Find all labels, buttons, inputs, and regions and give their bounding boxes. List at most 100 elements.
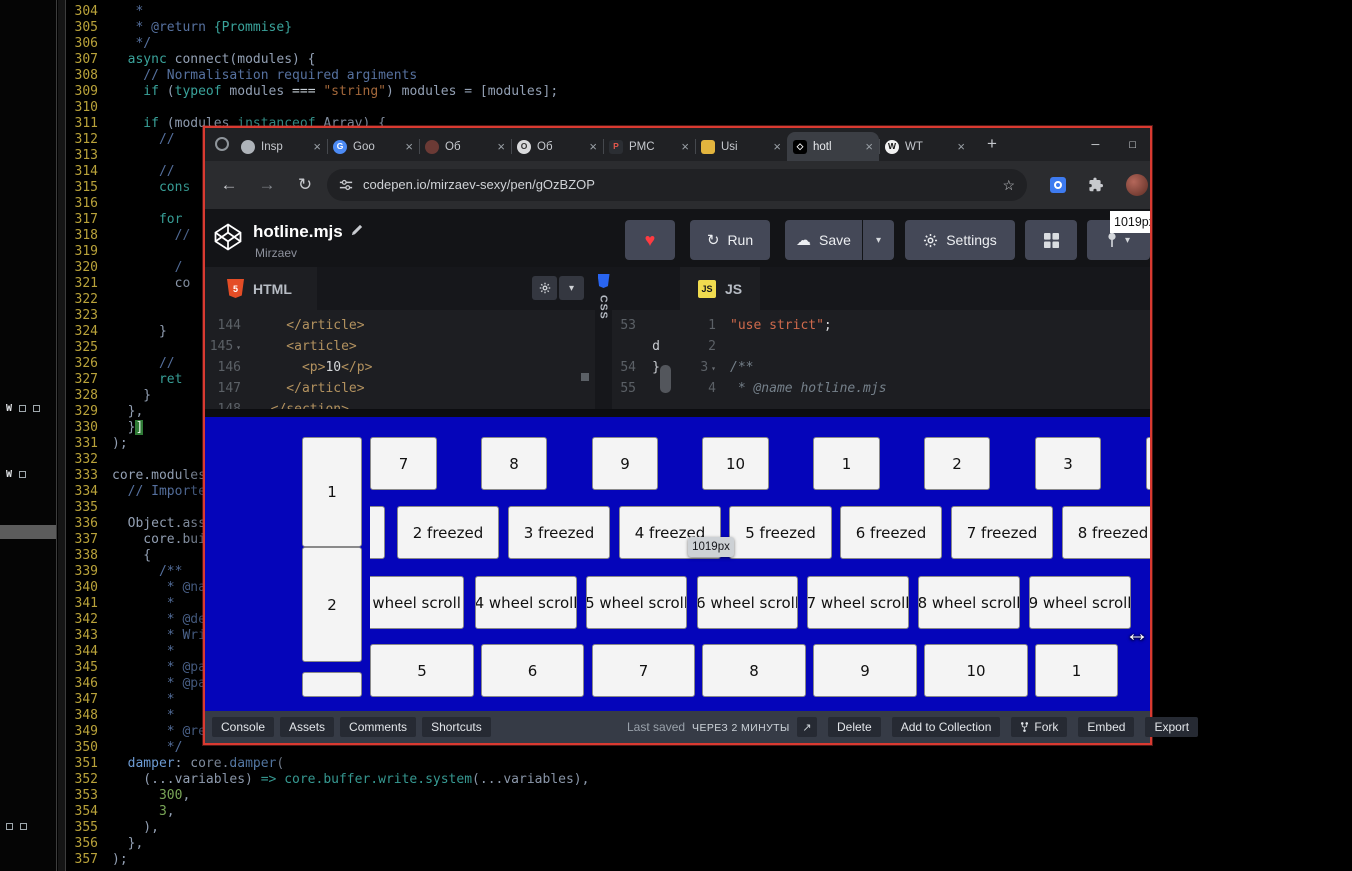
preview-button[interactable]: 9 bbox=[813, 644, 917, 697]
save-button[interactable]: ☁ Save bbox=[785, 220, 862, 260]
preview-button[interactable]: 7 bbox=[592, 644, 695, 697]
edit-pencil-icon[interactable] bbox=[351, 223, 363, 241]
tab-close-icon[interactable]: × bbox=[405, 139, 413, 154]
codepen-cube-icon[interactable] bbox=[213, 222, 243, 257]
new-tab-button[interactable]: + bbox=[981, 133, 1003, 155]
browser-tab[interactable]: Об× bbox=[419, 132, 511, 161]
extension-icon-blue[interactable] bbox=[1050, 177, 1066, 193]
preview-button[interactable]: 3 bbox=[1035, 437, 1101, 490]
browser-tab[interactable]: Insp× bbox=[235, 132, 327, 161]
fold-caret-icon[interactable]: ▾ bbox=[711, 364, 716, 373]
footer-button-delete[interactable]: Delete bbox=[828, 717, 881, 737]
footer-button-console[interactable]: Console bbox=[212, 717, 274, 737]
layout-grid-button[interactable] bbox=[1025, 220, 1077, 260]
url-text[interactable]: codepen.io/mirzaev-sexy/pen/gOzBZOP bbox=[363, 169, 595, 201]
preview-button[interactable]: 6 freezed bbox=[840, 506, 942, 559]
css-panel-collapsed[interactable]: CSS bbox=[595, 267, 612, 409]
address-bar[interactable]: codepen.io/mirzaev-sexy/pen/gOzBZOP ☆ bbox=[327, 169, 1027, 201]
profile-avatar[interactable] bbox=[1126, 174, 1148, 196]
tab-close-icon[interactable]: × bbox=[589, 139, 597, 154]
back-button[interactable]: ← bbox=[217, 173, 241, 197]
html-settings-button[interactable] bbox=[532, 276, 557, 300]
html-scrollbar-thumb[interactable] bbox=[581, 373, 589, 381]
preview-button[interactable]: 9 bbox=[592, 437, 658, 490]
maximize-button[interactable]: □ bbox=[1129, 139, 1136, 151]
browser-tab[interactable]: ООб× bbox=[511, 132, 603, 161]
footer-button-comments[interactable]: Comments bbox=[340, 717, 416, 737]
preview-button[interactable]: 1 bbox=[302, 437, 362, 547]
browser-tab[interactable]: PPMC× bbox=[603, 132, 695, 161]
pen-title[interactable]: hotline.mjs bbox=[253, 222, 343, 242]
pen-author[interactable]: Mirzaev bbox=[255, 246, 297, 260]
extensions-puzzle-icon[interactable] bbox=[1087, 176, 1103, 197]
preview-button[interactable]: 9 wheel scroll bbox=[1029, 576, 1131, 629]
tab-close-icon[interactable]: × bbox=[773, 139, 781, 154]
preview-button[interactable]: 6 bbox=[481, 644, 584, 697]
preview-button[interactable]: 3 freezed bbox=[508, 506, 610, 559]
site-settings-icon[interactable] bbox=[339, 178, 353, 197]
preview-button[interactable]: 1 bbox=[1035, 644, 1118, 697]
footer-button-shortcuts[interactable]: Shortcuts bbox=[422, 717, 491, 737]
love-button[interactable]: ♥ bbox=[625, 220, 675, 260]
preview-button[interactable]: 1 bbox=[813, 437, 880, 490]
tab-close-icon[interactable]: × bbox=[681, 139, 689, 154]
preview-button[interactable]: 10 bbox=[702, 437, 769, 490]
preview-button[interactable] bbox=[302, 672, 362, 697]
pinned-tab-icon[interactable] bbox=[215, 137, 229, 151]
code-line: 3▾/** bbox=[680, 357, 1150, 378]
editor-line-number: 352 bbox=[68, 772, 98, 788]
preview-button[interactable]: 10 bbox=[924, 644, 1028, 697]
footer-button-embed[interactable]: Embed bbox=[1078, 717, 1134, 737]
browser-tab[interactable]: Usi× bbox=[695, 132, 787, 161]
js-panel-tab[interactable]: JS JS bbox=[680, 267, 760, 310]
preview-button[interactable]: 8 wheel scroll bbox=[918, 576, 1020, 629]
preview-button[interactable]: 5 freezed bbox=[729, 506, 832, 559]
editor-line-text: */ bbox=[112, 36, 151, 52]
preview-button[interactable]: 3 wheel scroll bbox=[355, 576, 464, 629]
preview-button[interactable]: 8 bbox=[702, 644, 806, 697]
preview-button[interactable]: 4 wheel scroll bbox=[475, 576, 577, 629]
code-line-number: 2 bbox=[680, 336, 716, 357]
html-panel-tab[interactable]: 5 HTML bbox=[205, 267, 317, 310]
tab-close-icon[interactable]: × bbox=[497, 139, 505, 154]
footer-button-export[interactable]: Export bbox=[1145, 717, 1198, 737]
preview-button[interactable]: 7 freezed bbox=[951, 506, 1053, 559]
save-dropdown-button[interactable]: ▾ bbox=[863, 220, 894, 260]
css-scrollbar-thumb[interactable] bbox=[660, 365, 671, 393]
settings-label: Settings bbox=[946, 232, 997, 248]
js-code-editor[interactable]: 1"use strict";23▾/**4 * @name hotline.mj… bbox=[680, 310, 1150, 409]
preview-button[interactable]: 5 wheel scroll bbox=[586, 576, 687, 629]
preview-button[interactable]: 2 freezed bbox=[397, 506, 499, 559]
footer-button-fork[interactable]: Fork bbox=[1011, 717, 1067, 737]
html-collapse-button[interactable]: ▾ bbox=[559, 276, 584, 300]
preview-button[interactable]: 7 wheel scroll bbox=[807, 576, 909, 629]
minimize-button[interactable]: ─ bbox=[1092, 139, 1100, 151]
forward-button[interactable]: → bbox=[255, 173, 279, 197]
preview-button[interactable]: 8 bbox=[481, 437, 547, 490]
last-saved-time[interactable]: ЧЕРЕЗ 2 МИНУТЫ bbox=[692, 722, 790, 734]
preview-button[interactable]: 7 bbox=[370, 437, 437, 490]
editor-line-text: async connect(modules) { bbox=[112, 52, 316, 68]
preview-button[interactable]: 2 bbox=[924, 437, 990, 490]
tab-close-icon[interactable]: × bbox=[865, 139, 873, 154]
preview-button[interactable]: 8 freezed bbox=[1062, 506, 1150, 559]
footer-button-add-to-collection[interactable]: Add to Collection bbox=[892, 717, 1001, 737]
preview-button[interactable]: 5 bbox=[370, 644, 474, 697]
html-code-editor[interactable]: 144 </article>145▾ <article>146 <p>10</p… bbox=[205, 310, 595, 409]
fold-caret-icon[interactable]: ▾ bbox=[236, 343, 241, 352]
browser-tab[interactable]: GGoo× bbox=[327, 132, 419, 161]
preview-button[interactable]: 4 bbox=[1146, 437, 1150, 490]
footer-button-assets[interactable]: Assets bbox=[280, 717, 334, 737]
run-button[interactable]: ↻ Run bbox=[690, 220, 770, 260]
open-live-view-button[interactable]: ↗ bbox=[797, 717, 817, 737]
preview-button[interactable]: 2 bbox=[302, 547, 362, 662]
settings-button[interactable]: Settings bbox=[905, 220, 1015, 260]
bookmark-star-icon[interactable]: ☆ bbox=[1002, 169, 1015, 201]
browser-tab[interactable]: WWT× bbox=[879, 132, 971, 161]
tab-close-icon[interactable]: × bbox=[313, 139, 321, 154]
css-code-editor[interactable]: 53d54}55 bbox=[612, 310, 680, 409]
preview-button[interactable]: 6 wheel scroll bbox=[697, 576, 798, 629]
browser-tab[interactable]: ◇hotl× bbox=[787, 132, 879, 161]
tab-close-icon[interactable]: × bbox=[957, 139, 965, 154]
reload-button[interactable]: ↻ bbox=[293, 173, 317, 197]
